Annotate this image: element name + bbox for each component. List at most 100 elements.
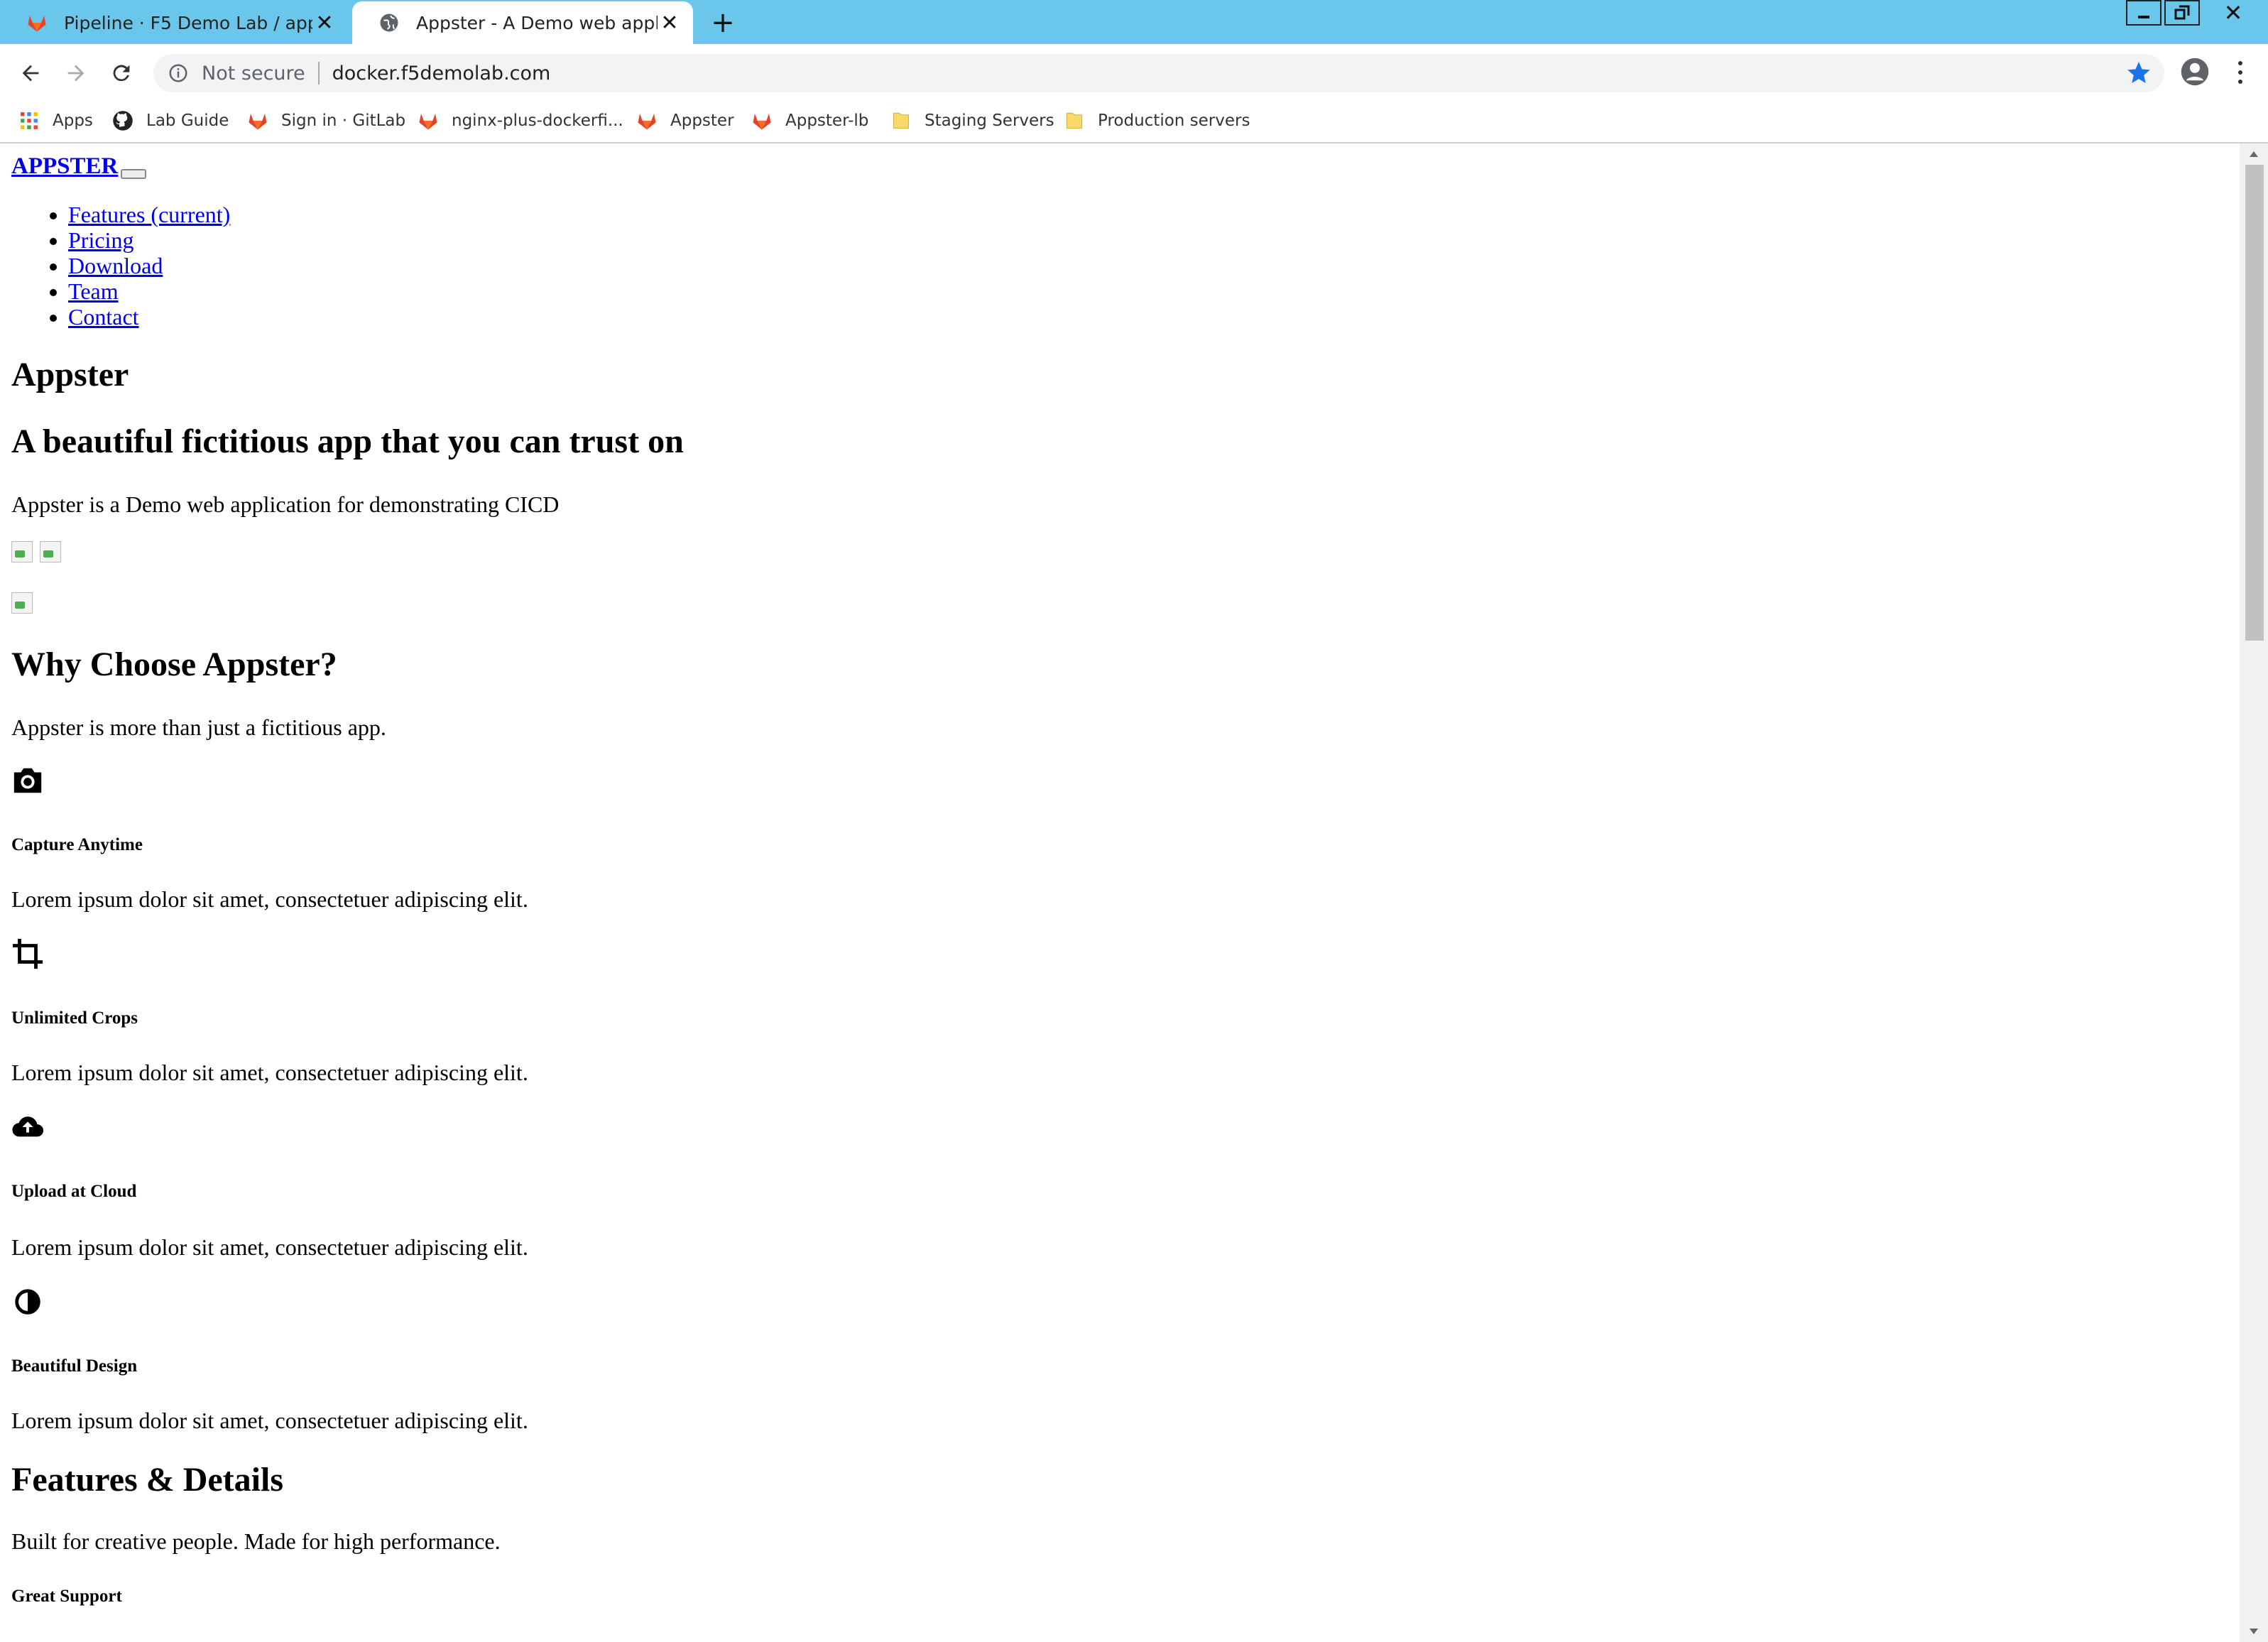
brand-link[interactable]: APPSTER [11,153,118,180]
bookmark-label: Sign in · GitLab [281,112,406,130]
nav-link-team[interactable]: Team [68,278,119,304]
bookmark-label: nginx-plus-dockerfi... [452,112,623,130]
new-tab-button[interactable]: + [707,6,738,39]
why-text: Appster is more than just a fictitious a… [11,714,386,740]
scroll-down-arrow-icon[interactable] [2240,1621,2268,1642]
nav-link-download[interactable]: Download [68,253,163,278]
cloud-upload-icon [12,1116,44,1137]
bookmark-appster-lb[interactable]: Appster-lb [751,105,868,136]
page-content: APPSTER Features (current) Pricing Downl… [0,143,2240,1642]
feature-text: Lorem ipsum dolor sit amet, consectetuer… [11,1060,528,1085]
gitlab-icon [247,110,268,131]
browser-toolbar: Not secure docker.f5demolab.com [0,44,2268,101]
omnibox-divider [317,62,320,85]
minimize-window-button[interactable] [2126,0,2161,26]
feature-text: Lorem ipsum dolor sit amet, consectetuer… [11,1234,528,1260]
bookmark-nginx-plus[interactable]: nginx-plus-dockerfi... [418,105,623,136]
bookmark-star-icon[interactable] [2126,60,2152,85]
broken-image [11,592,33,614]
info-icon[interactable] [168,62,189,84]
intro-text: Appster is a Demo web application for de… [11,491,560,517]
bookmark-label: Staging Servers [925,112,1054,130]
feature-text: Lorem ipsum dolor sit amet, consectetuer… [11,1408,528,1433]
bookmark-label: Production servers [1098,112,1250,130]
address-bar[interactable]: Not secure docker.f5demolab.com [153,54,2164,92]
navbar-toggler-button[interactable] [121,169,146,179]
broken-image [11,541,33,562]
folder-icon [1064,110,1085,131]
bookmark-apps[interactable]: Apps [18,105,93,136]
nav-item-features: Features (current) [68,202,230,227]
profile-avatar-icon[interactable] [2180,57,2210,87]
camera-icon [13,768,42,793]
reload-button[interactable] [104,55,139,91]
tab-title: Appster - A Demo web application [416,12,658,33]
scroll-up-arrow-icon[interactable] [2240,143,2268,165]
bookmark-label: Appster [670,112,734,130]
forward-arrow-icon [67,65,84,82]
close-window-button[interactable]: ✕ [2203,0,2264,26]
url-text[interactable]: docker.f5demolab.com [332,62,551,85]
details-text: Built for creative people. Made for high… [11,1528,501,1554]
bookmark-folder-production[interactable]: Production servers [1064,105,1250,136]
bookmark-gitlab-signin[interactable]: Sign in · GitLab [247,105,405,136]
tab-strip: Pipeline · F5 Demo Lab / appster ✕ Appst… [0,0,2268,44]
bookmark-lab-guide[interactable]: Lab Guide [112,105,229,136]
gitlab-icon [636,110,658,131]
tab-appster[interactable]: Appster - A Demo web application ✕ [352,1,693,44]
bookmark-label: Lab Guide [146,112,229,130]
crop-icon [12,938,43,969]
restore-icon [2174,5,2190,20]
security-status: Not secure [202,62,305,85]
back-button[interactable] [13,55,48,91]
nav-item-team: Team [68,278,230,304]
menu-dot [2238,70,2242,75]
why-heading: Why Choose Appster? [11,646,337,683]
support-heading: Great Support [11,1587,122,1606]
broken-image [40,541,61,562]
gitlab-icon [26,11,48,34]
gitlab-icon [418,110,439,131]
globe-icon [378,11,400,34]
feature-title: Capture Anytime [11,835,143,854]
nav-link-pricing[interactable]: Pricing [68,227,133,253]
bookmark-appster[interactable]: Appster [636,105,734,136]
gitlab-icon [751,110,773,131]
main-nav: Features (current) Pricing Download Team… [68,202,230,330]
feature-title: Upload at Cloud [11,1182,137,1201]
close-tab-icon[interactable]: ✕ [658,11,682,36]
bookmark-label: Appster-lb [785,112,869,130]
feature-title: Beautiful Design [11,1356,138,1376]
menu-dot [2238,80,2242,84]
feature-title: Unlimited Crops [11,1008,138,1028]
browser-chrome: Pipeline · F5 Demo Lab / appster ✕ Appst… [0,0,2268,143]
tagline: A beautiful fictitious app that you can … [11,423,684,460]
nav-link-contact[interactable]: Contact [68,304,139,330]
close-tab-icon[interactable]: ✕ [312,11,337,36]
feature-text: Lorem ipsum dolor sit amet, consectetuer… [11,886,528,912]
page-title: Appster [11,356,129,393]
reload-icon [113,65,130,82]
minimize-icon [2138,16,2149,18]
folder-icon [890,110,912,131]
contrast-icon [15,1289,40,1315]
bookmark-folder-staging[interactable]: Staging Servers [890,105,1054,136]
scrollbar-thumb[interactable] [2245,165,2264,641]
restore-window-button[interactable] [2164,0,2200,26]
tab-title: Pipeline · F5 Demo Lab / appster [64,12,312,33]
browser-menu-button[interactable] [2230,57,2251,88]
details-heading: Features & Details [11,1461,284,1499]
nav-link-features[interactable]: Features (current) [68,202,230,227]
apps-grid-icon [18,110,40,131]
tab-pipeline[interactable]: Pipeline · F5 Demo Lab / appster ✕ [0,1,348,44]
forward-button[interactable] [58,55,94,91]
bookmarks-bar: Apps Lab Guide Sign in · GitLab nginx-pl… [0,101,2268,143]
github-icon [112,110,133,131]
menu-dot [2238,61,2242,65]
bookmark-label: Apps [53,112,93,130]
nav-item-contact: Contact [68,304,230,330]
page-scrollbar[interactable] [2240,143,2268,1642]
back-arrow-icon [22,65,39,82]
nav-item-pricing: Pricing [68,227,230,253]
nav-item-download: Download [68,253,230,278]
